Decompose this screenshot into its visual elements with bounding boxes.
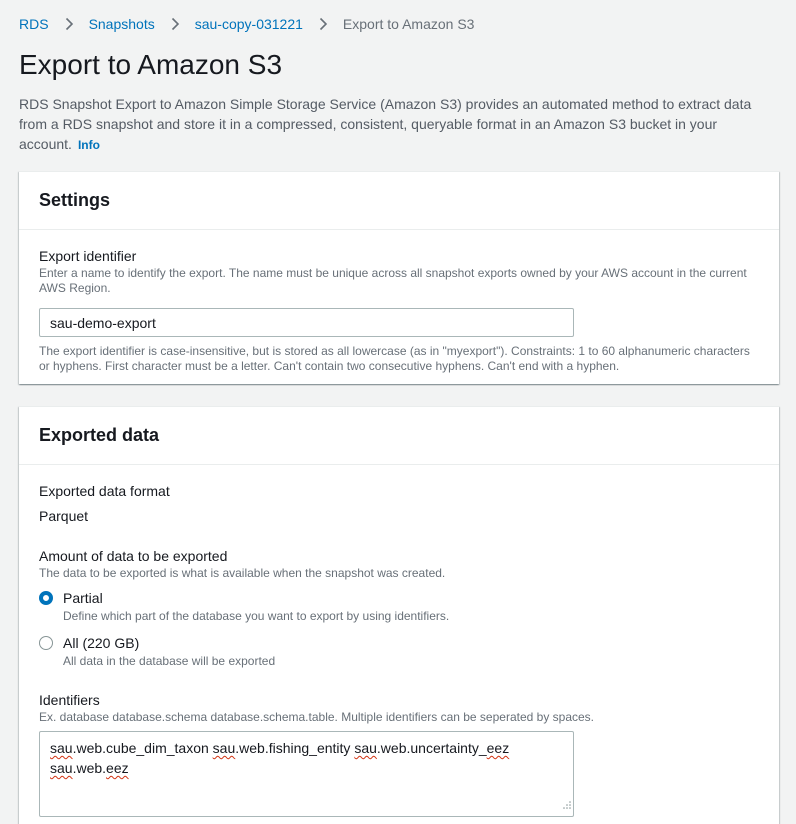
breadcrumb-snapshot-name[interactable]: sau-copy-031221 (195, 15, 303, 33)
page-description: RDS Snapshot Export to Amazon Simple Sto… (19, 94, 779, 155)
radio-option-partial[interactable]: Partial Define which part of the databas… (39, 589, 759, 624)
breadcrumb-rds[interactable]: RDS (19, 15, 49, 33)
radio-button-all[interactable] (39, 636, 53, 650)
export-identifier-input[interactable]: sau-demo-export (39, 308, 574, 337)
settings-heading: Settings (39, 190, 111, 210)
settings-panel: Settings Export identifier Enter a name … (19, 171, 779, 384)
radio-option-all-text: All (220 GB) All data in the database wi… (63, 634, 275, 669)
data-format-value: Parquet (39, 508, 89, 524)
identifiers-line-1: sau.web.cube_dim_taxon sau.web.fishing_e… (50, 738, 563, 758)
identifiers-line-2: sau.web.eez (50, 758, 563, 778)
radio-button-partial[interactable] (39, 591, 53, 605)
spellcheck-word: eez (106, 760, 129, 776)
spellcheck-word: sau (50, 740, 73, 756)
exported-data-panel-header: Exported data (19, 407, 779, 465)
identifier-text: .web.fishing_entity (235, 740, 355, 756)
export-identifier-constraint: The export identifier is case-insensitiv… (39, 344, 750, 373)
chevron-right-icon (311, 15, 335, 33)
breadcrumb: RDS Snapshots sau-copy-031221 Export to … (19, 15, 474, 33)
identifier-text: .web.cube_dim_taxon (72, 740, 213, 756)
identifier-text: .web.uncertainty_ (376, 740, 487, 756)
radio-label-all: All (220 GB) (63, 635, 140, 651)
chevron-right-icon (57, 15, 81, 33)
identifiers-label: Identifiers (39, 692, 100, 708)
radio-description-partial: Define which part of the database you wa… (63, 609, 450, 623)
identifier-text: .web. (72, 760, 107, 776)
export-identifier-label: Export identifier (39, 248, 137, 264)
page-title: Export to Amazon S3 (19, 49, 283, 80)
amount-description: The data to be exported is what is avail… (39, 566, 446, 580)
exported-data-panel-body: Exported data format Parquet Amount of d… (19, 465, 779, 824)
breadcrumb-snapshots[interactable]: Snapshots (89, 15, 155, 33)
identifiers-description: Ex. database database.schema database.sc… (39, 710, 595, 724)
spellcheck-word: sau (212, 740, 236, 756)
amount-label: Amount of data to be exported (39, 548, 228, 564)
settings-panel-body: Export identifier Enter a name to identi… (19, 230, 779, 394)
radio-label-partial: Partial (63, 590, 103, 606)
radio-option-all[interactable]: All (220 GB) All data in the database wi… (39, 634, 759, 669)
spellcheck-word: sau (354, 740, 377, 756)
settings-panel-header: Settings (19, 172, 779, 230)
identifiers-textarea[interactable]: sau.web.cube_dim_taxon sau.web.fishing_e… (39, 731, 574, 817)
radio-option-partial-text: Partial Define which part of the databas… (63, 589, 449, 624)
breadcrumb-current: Export to Amazon S3 (342, 16, 475, 32)
info-link[interactable]: Info (78, 138, 100, 152)
data-format-label: Exported data format (39, 483, 170, 499)
export-identifier-value: sau-demo-export (50, 314, 156, 331)
exported-data-panel: Exported data Exported data format Parqu… (19, 406, 779, 824)
chevron-right-icon (163, 15, 187, 33)
spellcheck-word: sau (50, 760, 73, 776)
resize-handle-icon[interactable] (563, 794, 571, 814)
export-identifier-description: Enter a name to identify the export. The… (39, 266, 747, 295)
spellcheck-word: eez (486, 740, 510, 756)
exported-data-heading: Exported data (39, 425, 160, 445)
radio-description-all: All data in the database will be exporte… (63, 654, 276, 668)
page-description-text: RDS Snapshot Export to Amazon Simple Sto… (19, 96, 752, 152)
